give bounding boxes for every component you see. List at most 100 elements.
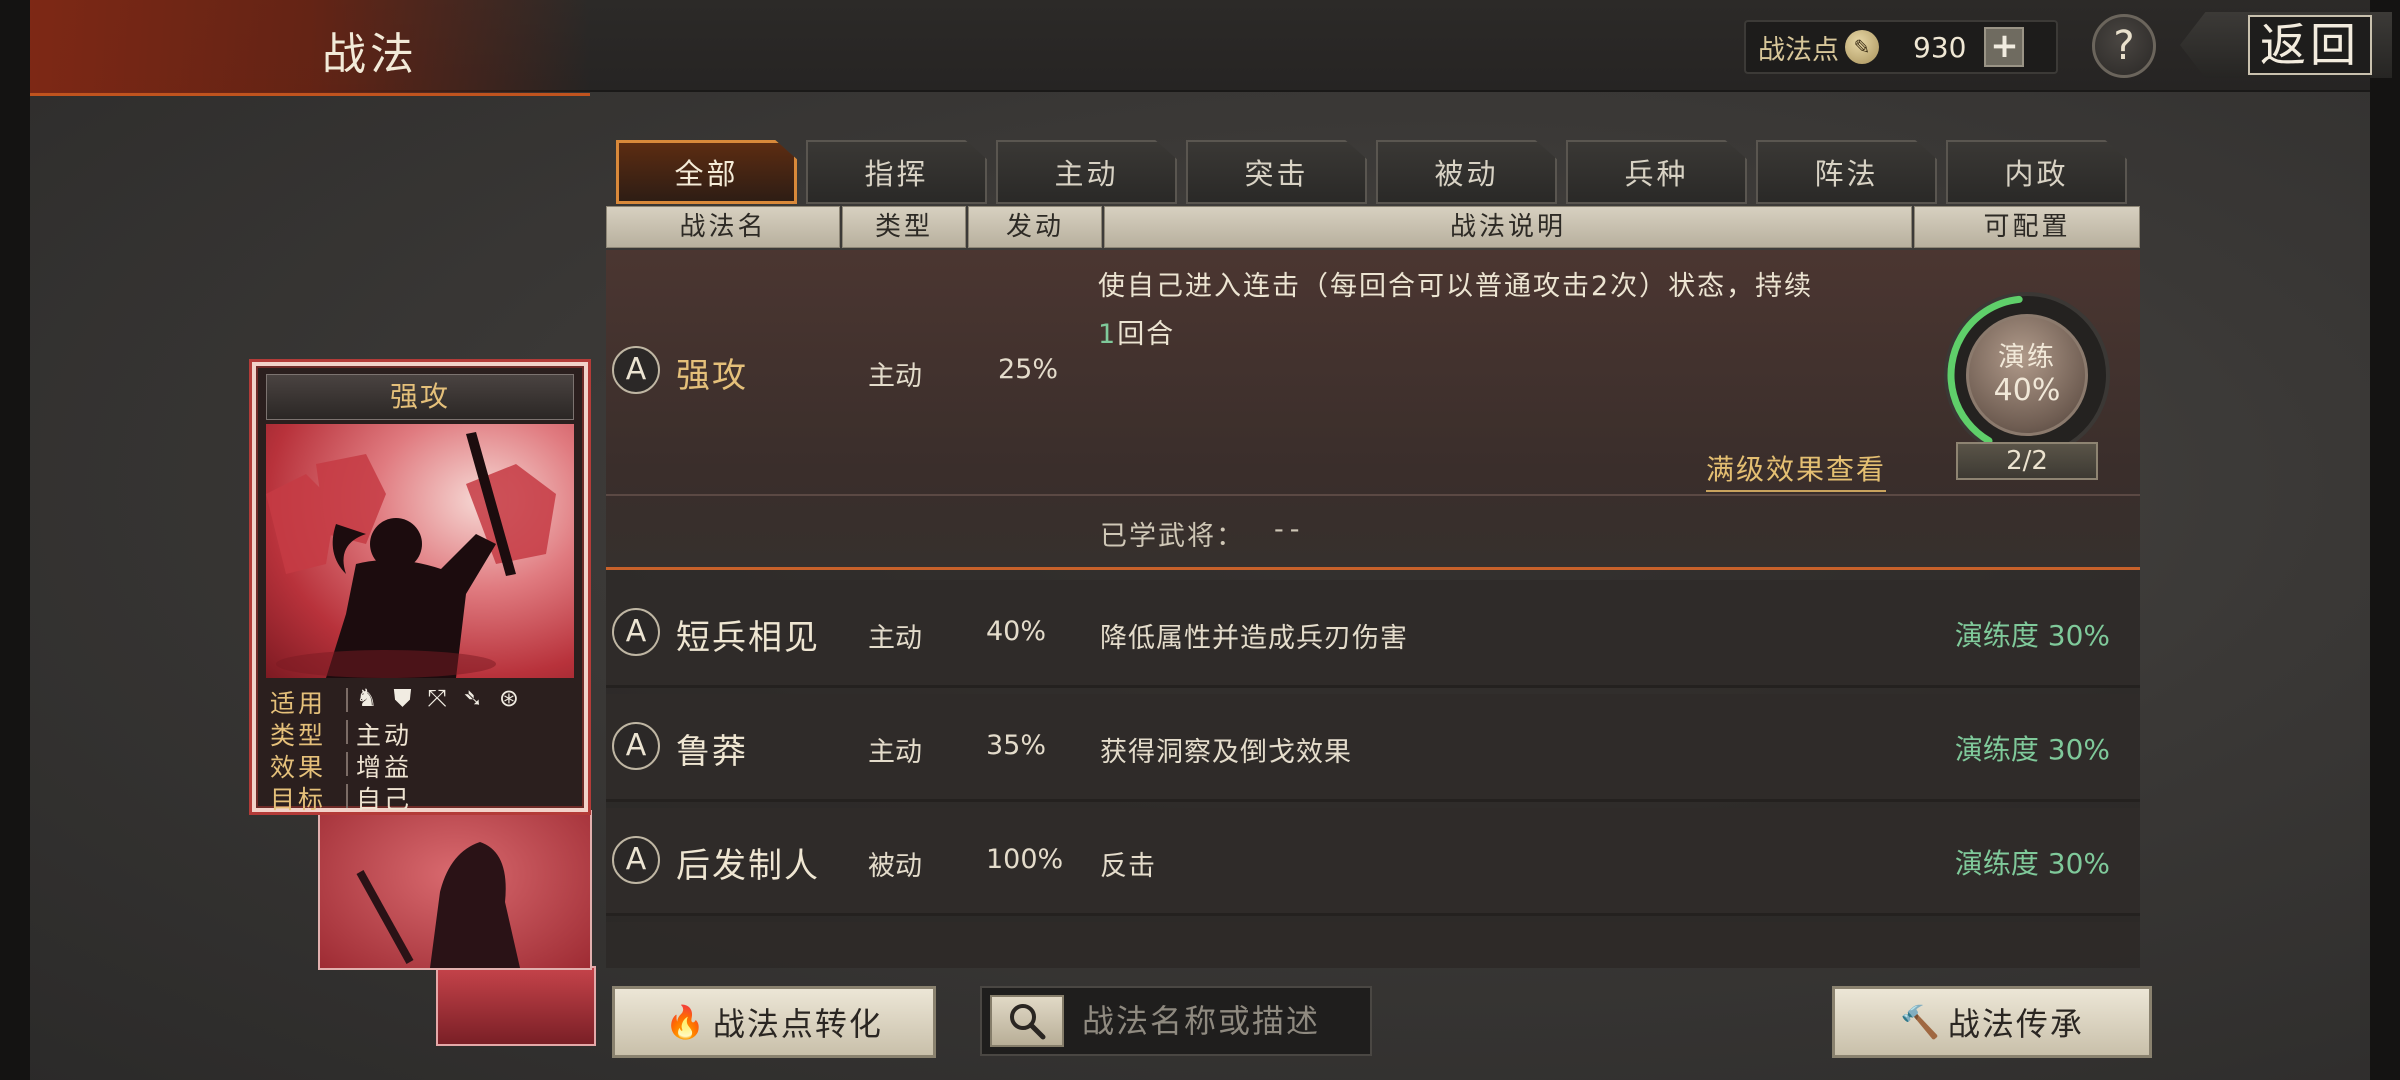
tab-internal[interactable]: 内政 [1946,140,2127,204]
tactic-rate: 25% [998,354,1059,385]
search-button[interactable] [990,995,1064,1047]
practice-level: 演练度 30% [1954,847,2110,880]
tactic-type: 主动 [868,361,922,392]
target-label: 目标 [270,785,327,814]
type-value: 主动 [356,721,413,750]
practice-label: 演练 [1998,342,2056,373]
type-label: 类型 [270,721,327,750]
back-label: 返回 [2248,15,2372,75]
feather-coin-icon: ✎ [1845,30,1879,64]
col-header-rate[interactable]: 发动 [968,206,1102,248]
learned-generals-label: 已学武将： [1100,521,1245,552]
left-frame [0,0,30,1080]
cavalry-icon: ♞ [356,684,378,712]
card-type-row: 类型 主动 [266,716,574,750]
card-stack-back [436,966,596,1046]
warrior-silhouette-image [356,842,520,968]
shield-icon: ⛊ [393,684,412,712]
title-banner [30,0,590,96]
duration-unit: 回合 [1117,319,1176,350]
grade-a-icon: A [612,346,660,394]
grade-a-icon: A [612,608,660,656]
practice-orb: 演练 40% [1966,314,2088,436]
inherit-tactic-label: 战法传承 [1947,1005,2084,1043]
tactic-description-line2: 1回合 [1098,312,1175,351]
table-row-partial[interactable] [606,922,2140,968]
max-effect-link[interactable]: 满级效果查看 [1706,448,1887,492]
grade-a-icon: A [612,836,660,884]
inherit-tactic-button[interactable]: 🔨 战法传承 [1832,986,2152,1058]
tactic-name: 强攻 [676,356,748,396]
info-separator [346,720,348,744]
tactic-row-expanded[interactable]: A 强攻 主动 25% 使自己进入连击（每回合可以普通攻击2次）状态，持续 1回… [606,250,2140,570]
page-title: 战法 [322,29,418,80]
spear-icon: ➴ [462,684,483,712]
flame-icon: 🔥 [665,1003,707,1041]
practice-count: 2/2 [1956,442,2098,480]
hammer-icon: 🔨 [1900,1003,1942,1041]
card-title: 强攻 [266,374,574,420]
applicable-label: 适用 [270,689,327,718]
tab-command[interactable]: 指挥 [806,140,987,204]
add-points-button[interactable]: + [1984,27,2025,67]
learned-generals-value: -- [1274,514,1306,545]
tactic-rate: 40% [986,616,1047,647]
practice-level: 演练度 30% [1954,619,2110,652]
tactic-description: 获得洞察及倒戈效果 [1100,737,1352,768]
bow-icon: ⤧ [427,684,447,712]
tactic-description: 降低属性并造成兵刃伤害 [1100,623,1408,654]
effect-value: 增益 [356,753,413,782]
tactic-name: 鲁莽 [676,732,748,772]
column-headers: 战法名 类型 发动 战法说明 可配置 [606,206,2140,248]
search-input[interactable] [1082,995,1362,1047]
col-header-type[interactable]: 类型 [842,206,966,248]
tactic-description-line1: 使自己进入连击（每回合可以普通攻击2次）状态，持续 [1098,271,1814,302]
practice-percent: 40% [1993,373,2061,408]
tactic-name: 后发制人 [676,846,820,886]
tactic-points-label: 战法点 [1758,34,1839,66]
card-applicable-row: 适用 ♞ ⛊ ⤧ ➴ ⊛ [266,684,574,718]
tactic-rate: 35% [986,730,1047,761]
tactic-name: 短兵相见 [676,618,820,658]
troop-type-icons: ♞ ⛊ ⤧ ➴ ⊛ [356,684,519,712]
duration-number: 1 [1098,319,1118,350]
col-header-desc: 战法说明 [1104,206,1912,248]
target-value: 自己 [356,785,413,814]
col-header-name[interactable]: 战法名 [606,206,840,248]
table-row[interactable]: A 短兵相见 主动 40% 降低属性并造成兵刃伤害 演练度 30% [606,580,2140,688]
tactic-type: 主动 [868,737,922,768]
tab-troop[interactable]: 兵种 [1566,140,1747,204]
convert-points-label: 战法点转化 [712,1005,883,1043]
tactic-list[interactable]: A 强攻 主动 25% 使自己进入连击（每回合可以普通攻击2次）状态，持续 1回… [606,250,2140,968]
category-tabs: 全部 指挥 主动 突击 被动 兵种 阵法 内政 [616,140,2127,204]
effect-label: 效果 [270,753,327,782]
back-button[interactable]: 返回 [2180,12,2392,78]
help-button[interactable]: ? [2092,14,2156,78]
tab-formation[interactable]: 阵法 [1756,140,1937,204]
info-separator [346,784,348,808]
practice-level: 演练度 30% [1954,733,2110,766]
info-separator [346,688,348,712]
card-info-panel: 适用 ♞ ⛊ ⤧ ➴ ⊛ 类型 主动 效果 增益 目标 自己 [266,684,574,814]
tactic-points-panel: 战法点 ✎ 930 + [1744,20,2058,74]
card-art-image [266,424,574,678]
table-row[interactable]: A 后发制人 被动 100% 反击 演练度 30% [606,808,2140,916]
tactic-description: 反击 [1100,851,1156,882]
table-row[interactable]: A 鲁莽 主动 35% 获得洞察及倒戈效果 演练度 30% [606,694,2140,802]
right-frame [2370,0,2400,1080]
tab-active[interactable]: 主动 [996,140,1177,204]
tactic-card: 强攻 适用 ♞ ⛊ ⤧ ➴ ⊛ 类型 主动 效果 增益 目标 自己 [252,362,588,814]
grade-a-icon: A [612,722,660,770]
tab-all[interactable]: 全部 [616,140,797,204]
col-header-configurable[interactable]: 可配置 [1914,206,2140,248]
tactic-type: 被动 [868,851,922,882]
practice-button[interactable]: 演练 40% 2/2 [1944,292,2110,480]
row-divider [606,494,2140,496]
card-stack-middle [318,810,592,970]
tactic-points-value: 930 [1913,30,1967,64]
tab-assault[interactable]: 突击 [1186,140,1367,204]
convert-points-button[interactable]: 🔥 战法点转化 [612,986,936,1058]
tactic-rate: 100% [986,844,1064,875]
tab-passive[interactable]: 被动 [1376,140,1557,204]
info-separator [346,752,348,776]
